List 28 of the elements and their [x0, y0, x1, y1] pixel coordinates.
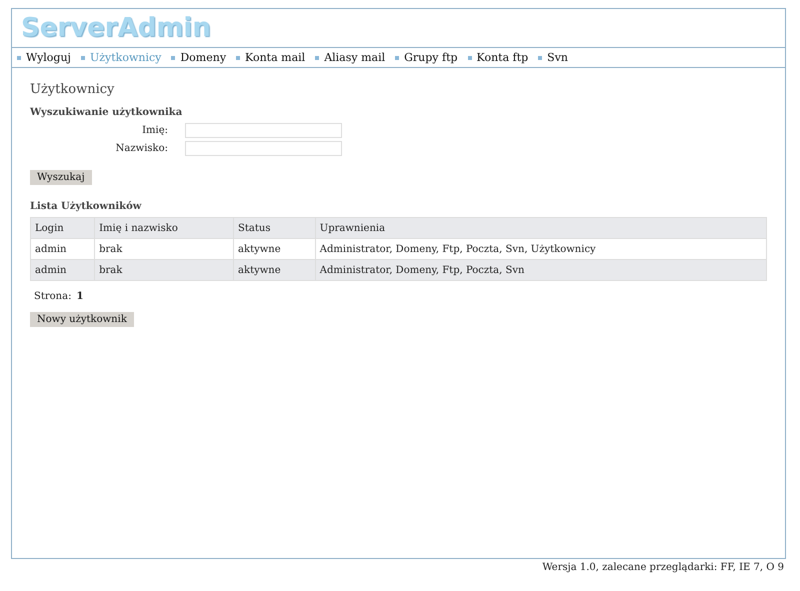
input-field[interactable]: [185, 123, 342, 138]
page-title: Użytkownicy: [30, 82, 116, 97]
column-header: Status: [234, 218, 316, 238]
section-heading: Lista Użytkowników: [30, 201, 142, 212]
table-cell: Administrator, Domeny, Ftp, Poczta, Svn: [315, 260, 766, 280]
nav-link[interactable]: Wyloguj: [17, 51, 71, 64]
nav-link[interactable]: Konta ftp: [468, 51, 528, 64]
page-label: Strona:: [34, 291, 72, 302]
table-cell: brak: [94, 260, 234, 280]
nav-link[interactable]: Aliasy mail: [315, 51, 386, 64]
column-header: Uprawnienia: [315, 218, 766, 238]
nav-link[interactable]: Konta mail: [236, 51, 306, 64]
logo: ServerAdmin: [21, 13, 211, 43]
field-label: Imię:: [141, 125, 168, 136]
nav-link[interactable]: Svn: [538, 51, 568, 64]
table-cell: admin: [30, 260, 95, 280]
field-label: Nazwisko:: [114, 143, 168, 154]
table-cell: aktywne: [234, 260, 316, 280]
new-user-button[interactable]: Nowy użytkownik: [30, 312, 134, 327]
input-field[interactable]: [185, 141, 342, 156]
nav-link[interactable]: Domeny: [171, 51, 226, 64]
column-header: Login: [30, 218, 95, 238]
footer-text: Wersja 1.0, zalecane przeglądarki: FF, IE 7, O 9: [542, 562, 784, 573]
column-header: Imię i nazwisko: [94, 218, 234, 238]
nav-link[interactable]: Grupy ftp: [395, 51, 458, 64]
search-button[interactable]: Wyszukaj: [30, 170, 92, 185]
section-heading: Wyszukiwanie użytkownika: [30, 107, 184, 118]
page-link[interactable]: 1: [76, 291, 84, 302]
